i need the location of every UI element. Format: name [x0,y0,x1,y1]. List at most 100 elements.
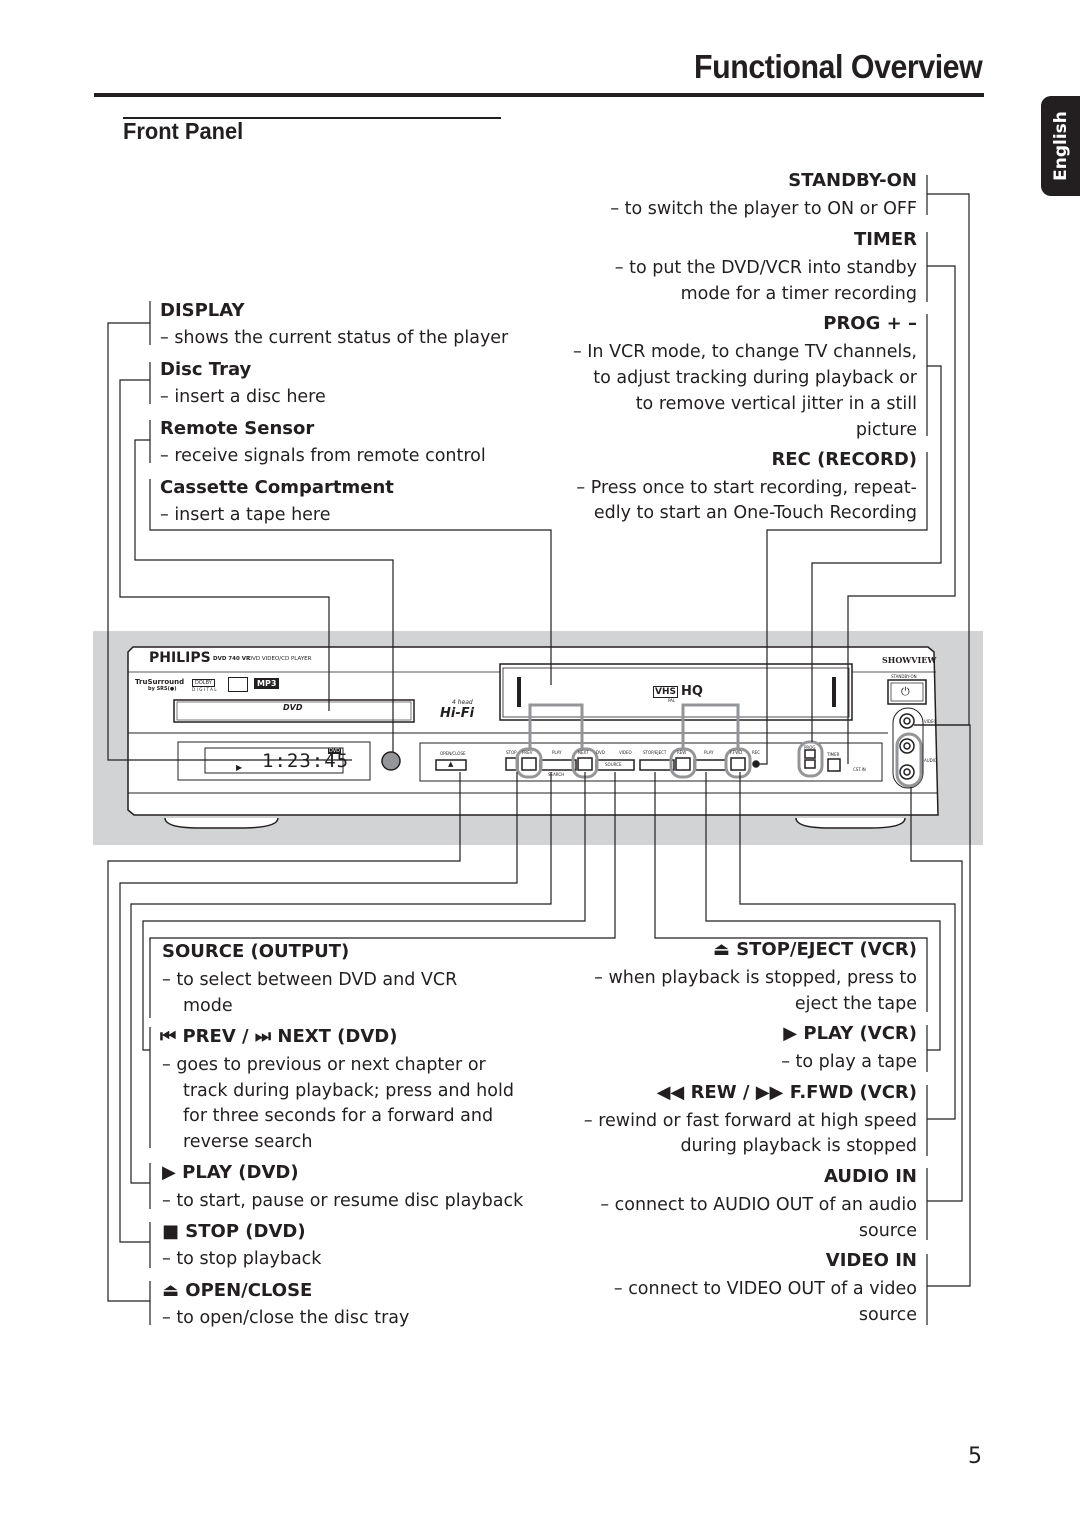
rewind-icon: ◀◀ [656,1082,685,1103]
jack-video-label: VIDEO [924,719,937,724]
callout-timer-desc-2: mode for a timer recording [680,284,917,304]
callout-timer-desc-1: – to put the DVD/VCR into standby [614,258,917,278]
callout-prev-next-desc-4: reverse search [183,1132,313,1152]
play-dvd-text: PLAY (DVD) [182,1162,299,1183]
dolby-logo: DOLBY [192,679,215,687]
play-vcr-text: PLAY (VCR) [803,1023,917,1044]
rew-label: REW [677,750,687,755]
callout-cassette-desc: – insert a tape here [160,505,331,525]
callout-open-close-desc: – to open/close the disc tray [162,1308,410,1328]
open-close-label: OPEN/CLOSE [440,751,466,756]
callout-play-vcr-label: ▶ PLAY (VCR) [783,1023,917,1044]
hifi-logo: Hi-Fi [440,706,475,721]
callout-stop-dvd-desc: – to stop playback [162,1249,322,1269]
search-label: SEARCH [548,772,565,777]
source-label: SOURCE [605,762,622,767]
callout-prog-label: PROG + – [823,313,917,334]
callout-standby-desc: – to switch the player to ON or OFF [610,199,917,219]
callout-prog-desc-4: picture [855,420,917,440]
callout-standby-label: STANDBY-ON [788,170,917,191]
srs-logo: by SRS(●) [148,686,177,692]
showview-logo: SHOWVIEW [882,655,937,665]
prog-label: PROG [804,745,816,750]
led-video-label: VIDEO [619,750,632,755]
callout-disc-tray-desc: – insert a disc here [160,387,326,407]
next-text: NEXT (DVD) [277,1026,398,1047]
callout-prog-desc-3: to remove vertical jitter in a still [635,394,917,414]
callout-stop-eject-label: ⏏ STOP/EJECT (VCR) [713,939,917,960]
callout-prev-next-desc-1: – goes to previous or next chapter or [162,1055,486,1075]
callout-source-desc-1: – to select between DVD and VCR [162,970,458,990]
stop-label: STOP [506,750,517,755]
callout-video-in-label: VIDEO IN [825,1250,917,1271]
open-close-glyph[interactable]: ▲ [448,760,453,768]
separator: / [742,1082,750,1103]
callout-prog-desc-1: – In VCR mode, to change TV channels, [572,342,917,362]
callout-source-desc-2: mode [183,996,233,1016]
callout-rew-ffwd-label: ◀◀ REW / ▶▶ F.FWD (VCR) [657,1082,917,1103]
callout-remote-sensor-label: Remote Sensor [160,418,315,439]
stop-dvd-text: STOP (DVD) [185,1221,306,1242]
callout-stop-dvd-label: ■ STOP (DVD) [162,1221,306,1242]
pal-label: PAL [668,698,676,703]
play2-label: PLAY [704,750,714,755]
callout-display-desc: – shows the current status of the player [160,328,509,348]
callout-stop-eject-desc-1: – when playback is stopped, press to [594,968,917,988]
mp3-logo: MP3 [254,678,280,689]
callout-prev-next-desc-2: track during playback; press and hold [183,1081,514,1101]
display-dvd-badge: DVD [328,748,342,754]
callout-audio-in-label: AUDIO IN [824,1166,917,1187]
display-play-indicator: ▶ [236,763,243,772]
timer-label: TIMER [827,752,840,757]
led-dvd-label: DVD [596,750,605,755]
callout-display-label: DISPLAY [160,300,245,321]
model-number: DVD 740 VR [213,656,251,662]
callout-rec-desc-2: edly to start an One-Touch Recording [593,503,917,523]
callout-prev-next-label: ⏮ PREV / ⏭ NEXT (DVD) [160,1026,397,1047]
play-icon: ▶ [783,1023,798,1044]
hq-logo: HQ [681,684,703,699]
digital-label: DIGITAL [192,687,219,692]
trusurround-logo: TruSurround [135,678,185,686]
standby-on-label: STANDBY-ON [891,674,917,679]
prev-label: PREV [522,750,533,755]
callout-audio-in-desc-2: source [858,1221,917,1241]
power-icon[interactable]: ⏻ [901,685,910,699]
device-foot-left [164,817,279,829]
callout-disc-tray-label: Disc Tray [160,359,252,380]
fast-forward-icon: ▶▶ [755,1082,784,1103]
next-label: NEXT [578,750,589,755]
callout-video-in-desc-1: – connect to VIDEO OUT of a video [613,1279,917,1299]
callout-timer-label: TIMER [853,229,917,250]
dvd-logo: DVD [283,703,303,712]
play-icon: ▶ [162,1162,176,1183]
callout-prog-desc-2: to adjust tracking during playback or [593,368,917,388]
prev-text: PREV [182,1026,236,1047]
jack-audio-label: AUDIO [924,758,938,763]
callout-audio-in-desc-1: – connect to AUDIO OUT of an audio [600,1195,917,1215]
callout-stop-eject-desc-2: eject the tape [794,994,917,1014]
stop-eject-text: STOP/EJECT (VCR) [736,939,917,960]
ffwd-text: F.FWD (VCR) [789,1082,917,1103]
callout-rec-desc-1: – Press once to start recording, repeat- [576,478,917,498]
disc-icon [228,677,248,692]
callout-open-close-label: ⏏ OPEN/CLOSE [162,1280,312,1301]
open-close-text: OPEN/CLOSE [185,1280,313,1301]
eject-icon: ⏏ [712,939,730,960]
skip-prev-icon: ⏮ [160,1026,177,1047]
callout-prev-next-desc-3: for three seconds for a forward and [183,1106,494,1126]
rew-text: REW [690,1082,737,1103]
callout-remote-sensor-desc: – receive signals from remote control [160,446,486,466]
page-number: 5 [968,1444,982,1469]
callout-rew-ffwd-desc-2: during playback is stopped [680,1136,917,1156]
callout-rec-label: REC (RECORD) [771,449,917,470]
stop-icon: ■ [162,1221,180,1242]
callout-rew-ffwd-desc-1: – rewind or fast forward at high speed [583,1111,917,1131]
skip-next-icon: ⏭ [254,1026,272,1047]
brand-logo: PHILIPS [149,650,211,666]
play-label: PLAY [552,750,562,755]
stop-eject-label: STOP/EJECT [643,750,667,755]
callout-cassette-label: Cassette Compartment [160,477,394,498]
device-foot-right [795,817,906,829]
hifi-sub: 4 head [452,699,473,706]
